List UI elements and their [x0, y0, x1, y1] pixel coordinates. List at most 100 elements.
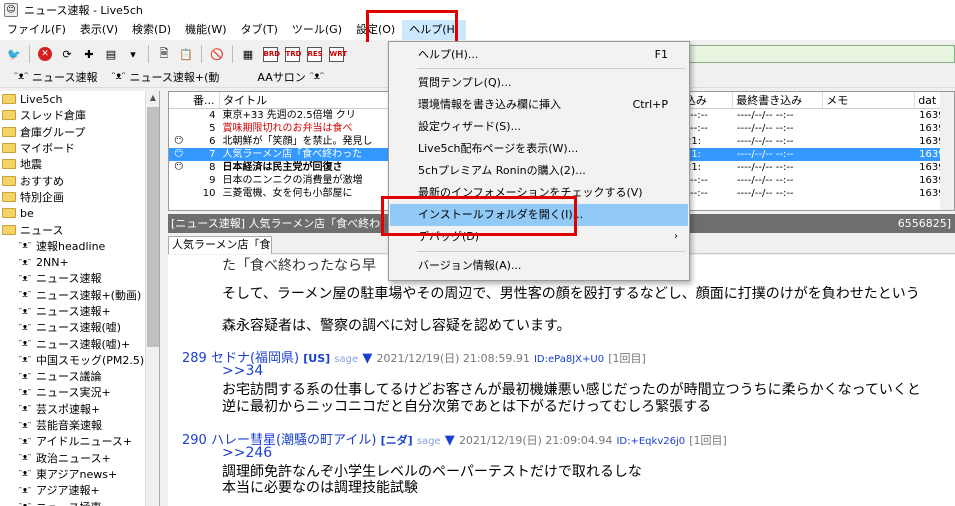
dropdown-arrow-icon[interactable]: ▾ — [123, 44, 143, 64]
tree-board[interactable]: ᵔᴥᵔ ニュース極東 — [0, 498, 159, 506]
board-tab-label: ニュース速報 — [32, 71, 98, 84]
menu-item-distribution-page[interactable]: Live5ch配布ページを表示(W)... — [390, 138, 688, 160]
tree-folder[interactable]: スレッド倉庫 — [0, 107, 159, 123]
menu-file[interactable]: ファイル(F) — [0, 20, 73, 40]
menu-item-open-install-folder[interactable]: インストールフォルダを開く(I)... — [390, 204, 688, 226]
tree-board[interactable]: ᵔᴥᵔ ニュース速報+(動画) — [0, 287, 159, 303]
tree-board[interactable]: ᵔᴥᵔ 速報headline — [0, 238, 159, 254]
tree-folder[interactable]: マイボード — [0, 140, 159, 156]
tree-board[interactable]: ᵔᴥᵔ ニュース速報(嘘)+ — [0, 335, 159, 351]
post-text: た「食べ終わったなら早 — [222, 258, 376, 274]
menu-help[interactable]: ヘルプ(H) — [402, 20, 467, 40]
col-number[interactable]: 番... — [169, 92, 221, 108]
down-triangle-icon[interactable]: ▼ — [362, 351, 372, 366]
board-tab-news-plus-video[interactable]: ᵔᴥᵔ ニュース速報+(動 — [107, 69, 223, 85]
post-date: 2021/12/19(日) 21:08:59.91 — [376, 352, 530, 365]
tree-folder[interactable]: be — [0, 205, 159, 221]
tree-folder[interactable]: 倉庫グループ — [0, 124, 159, 140]
menu-item-buy-ronin[interactable]: 5chプレミアム Roninの購入(2)... — [390, 160, 688, 182]
res-icon[interactable]: RES — [304, 44, 324, 64]
menu-settings[interactable]: 設定(O) — [349, 20, 402, 40]
tree-board[interactable]: ᵔᴥᵔ ニュース速報(嘘) — [0, 319, 159, 335]
menu-item-shortcut: F1 — [654, 48, 668, 61]
tree-board[interactable]: ᵔᴥᵔ アジア速報+ — [0, 482, 159, 498]
tree-board[interactable]: ᵔᴥᵔ ニュース速報+ — [0, 303, 159, 319]
tree-item-label: be — [20, 206, 34, 220]
menu-item-insert-env-info[interactable]: 環境情報を書き込み欄に挿入 Ctrl+P — [390, 94, 688, 116]
post-id[interactable]: ID:ePa8JX+U0 — [534, 354, 604, 365]
menu-item-check-info[interactable]: 最新のインフォメーションをチェックする(V) — [390, 182, 688, 204]
tree-board[interactable]: ᵔᴥᵔ 政治ニュース+ — [0, 450, 159, 466]
tree-scrollbar[interactable]: ▲ — [145, 91, 159, 506]
menu-item-shortcut: Ctrl+P — [632, 98, 668, 111]
board-tab-news[interactable]: ᵔᴥᵔ ニュース速報 — [10, 69, 101, 85]
col-memo[interactable]: メモ — [823, 92, 916, 108]
document-icon[interactable]: 🗎 — [154, 44, 174, 64]
mona-face-icon: ᵔᴥᵔ — [18, 420, 32, 431]
folder-icon — [2, 175, 16, 186]
board-tab-label: ニュース速報+(動 — [129, 71, 220, 84]
down-triangle-icon[interactable]: ▼ — [445, 433, 455, 448]
menu-item-setup-wizard[interactable]: 設定ウィザード(S)... — [390, 116, 688, 138]
stop-icon[interactable]: ✕ — [35, 44, 55, 64]
menu-item-question-template[interactable]: 質問テンプレ(Q)... — [390, 72, 688, 94]
tree-folder[interactable]: ニュース — [0, 221, 159, 237]
thread-state-icon — [169, 122, 188, 135]
tree-board[interactable]: ᵔᴥᵔ 芸能音楽速報 — [0, 417, 159, 433]
post-number[interactable]: 290 — [182, 433, 207, 448]
filter-icon[interactable]: ✚ — [79, 44, 99, 64]
menu-tab[interactable]: タブ(T) — [234, 20, 285, 40]
brd-icon[interactable]: BRD — [260, 44, 280, 64]
menu-tools[interactable]: ツール(G) — [285, 20, 349, 40]
menu-item-help[interactable]: ヘルプ(H)... F1 — [390, 44, 688, 66]
scroll-up-icon[interactable]: ▲ — [146, 91, 159, 105]
post-anchor[interactable]: >>246 — [222, 445, 272, 461]
thread-last-post: ----/--/-- --:-- — [736, 123, 794, 134]
tree-board[interactable]: ᵔᴥᵔ 芸スポ速報+ — [0, 401, 159, 417]
post-count: [1回目] — [608, 352, 646, 365]
tree-folder[interactable]: 地震 — [0, 156, 159, 172]
address-bar[interactable] — [685, 45, 955, 63]
post-date: 2021/12/19(日) 21:09:04.94 — [458, 434, 613, 447]
menu-search[interactable]: 検索(D) — [125, 20, 178, 40]
tree-item-label: アイドルニュース+ — [36, 435, 133, 449]
tree-board[interactable]: ᵔᴥᵔ ニュース議論 — [0, 368, 159, 384]
tree-item-label: おすすめ — [20, 174, 64, 188]
tree-board[interactable]: ᵔᴥᵔ ニュース速報 — [0, 270, 159, 286]
tree-item-label: 東アジアnews+ — [36, 467, 118, 481]
board-settings-icon[interactable]: ▤ — [101, 44, 121, 64]
tree-board[interactable]: ᵔᴥᵔ 2NN+ — [0, 254, 159, 270]
menu-view[interactable]: 表示(V) — [73, 20, 125, 40]
grid-icon[interactable]: ▦ — [238, 44, 258, 64]
thread-tab[interactable]: 人気ラーメン店「食べ — [168, 236, 272, 254]
tree-folder[interactable]: Live5ch — [0, 91, 159, 107]
post-anchor[interactable]: >>34 — [222, 363, 263, 379]
post-number[interactable]: 289 — [182, 351, 207, 366]
tree-folder[interactable]: おすすめ — [0, 172, 159, 188]
board-tab-aa-salon[interactable]: AAサロン ᵔᴥᵔ — [253, 69, 327, 85]
tree-board[interactable]: ᵔᴥᵔ 中国スモッグ(PM2.5) — [0, 352, 159, 368]
tree-board[interactable]: ᵔᴥᵔ ニュース実況+ — [0, 384, 159, 400]
trd-icon[interactable]: TRD — [282, 44, 302, 64]
post-id[interactable]: ID:+Eqkv26j0 — [616, 436, 685, 447]
menu-function[interactable]: 機能(W) — [178, 20, 233, 40]
tree-item-label: 芸スポ速報+ — [36, 402, 101, 416]
tree-folder[interactable]: 特別企画 — [0, 189, 159, 205]
folder-icon — [2, 143, 16, 154]
wrt-icon[interactable]: WRT — [326, 44, 347, 64]
tree-board[interactable]: ᵔᴥᵔ 東アジアnews+ — [0, 466, 159, 482]
tree-item-label: ニュース速報 — [36, 272, 102, 286]
thread-number: 8 — [209, 162, 216, 173]
menu-item-debug[interactable]: デバッグ(D) › — [390, 226, 688, 248]
bird-icon[interactable]: 🐦 — [4, 44, 24, 64]
tree-board[interactable]: ᵔᴥᵔ アイドルニュース+ — [0, 433, 159, 449]
scroll-thumb[interactable] — [147, 107, 159, 347]
thread-list-scrollbar[interactable] — [940, 92, 954, 210]
post-text: 森永容疑者は、警察の調べに対し容疑を認めています。 — [222, 318, 571, 334]
no-entry-icon[interactable]: 🚫 — [207, 44, 227, 64]
tree-item-label: ニュース実況+ — [36, 386, 111, 400]
refresh-icon[interactable]: ⟳ — [57, 44, 77, 64]
clipboard-icon[interactable]: 📋 — [176, 44, 196, 64]
col-last-post[interactable]: 最終書き込み — [733, 92, 824, 108]
menu-item-version-info[interactable]: バージョン情報(A)... — [390, 255, 688, 277]
